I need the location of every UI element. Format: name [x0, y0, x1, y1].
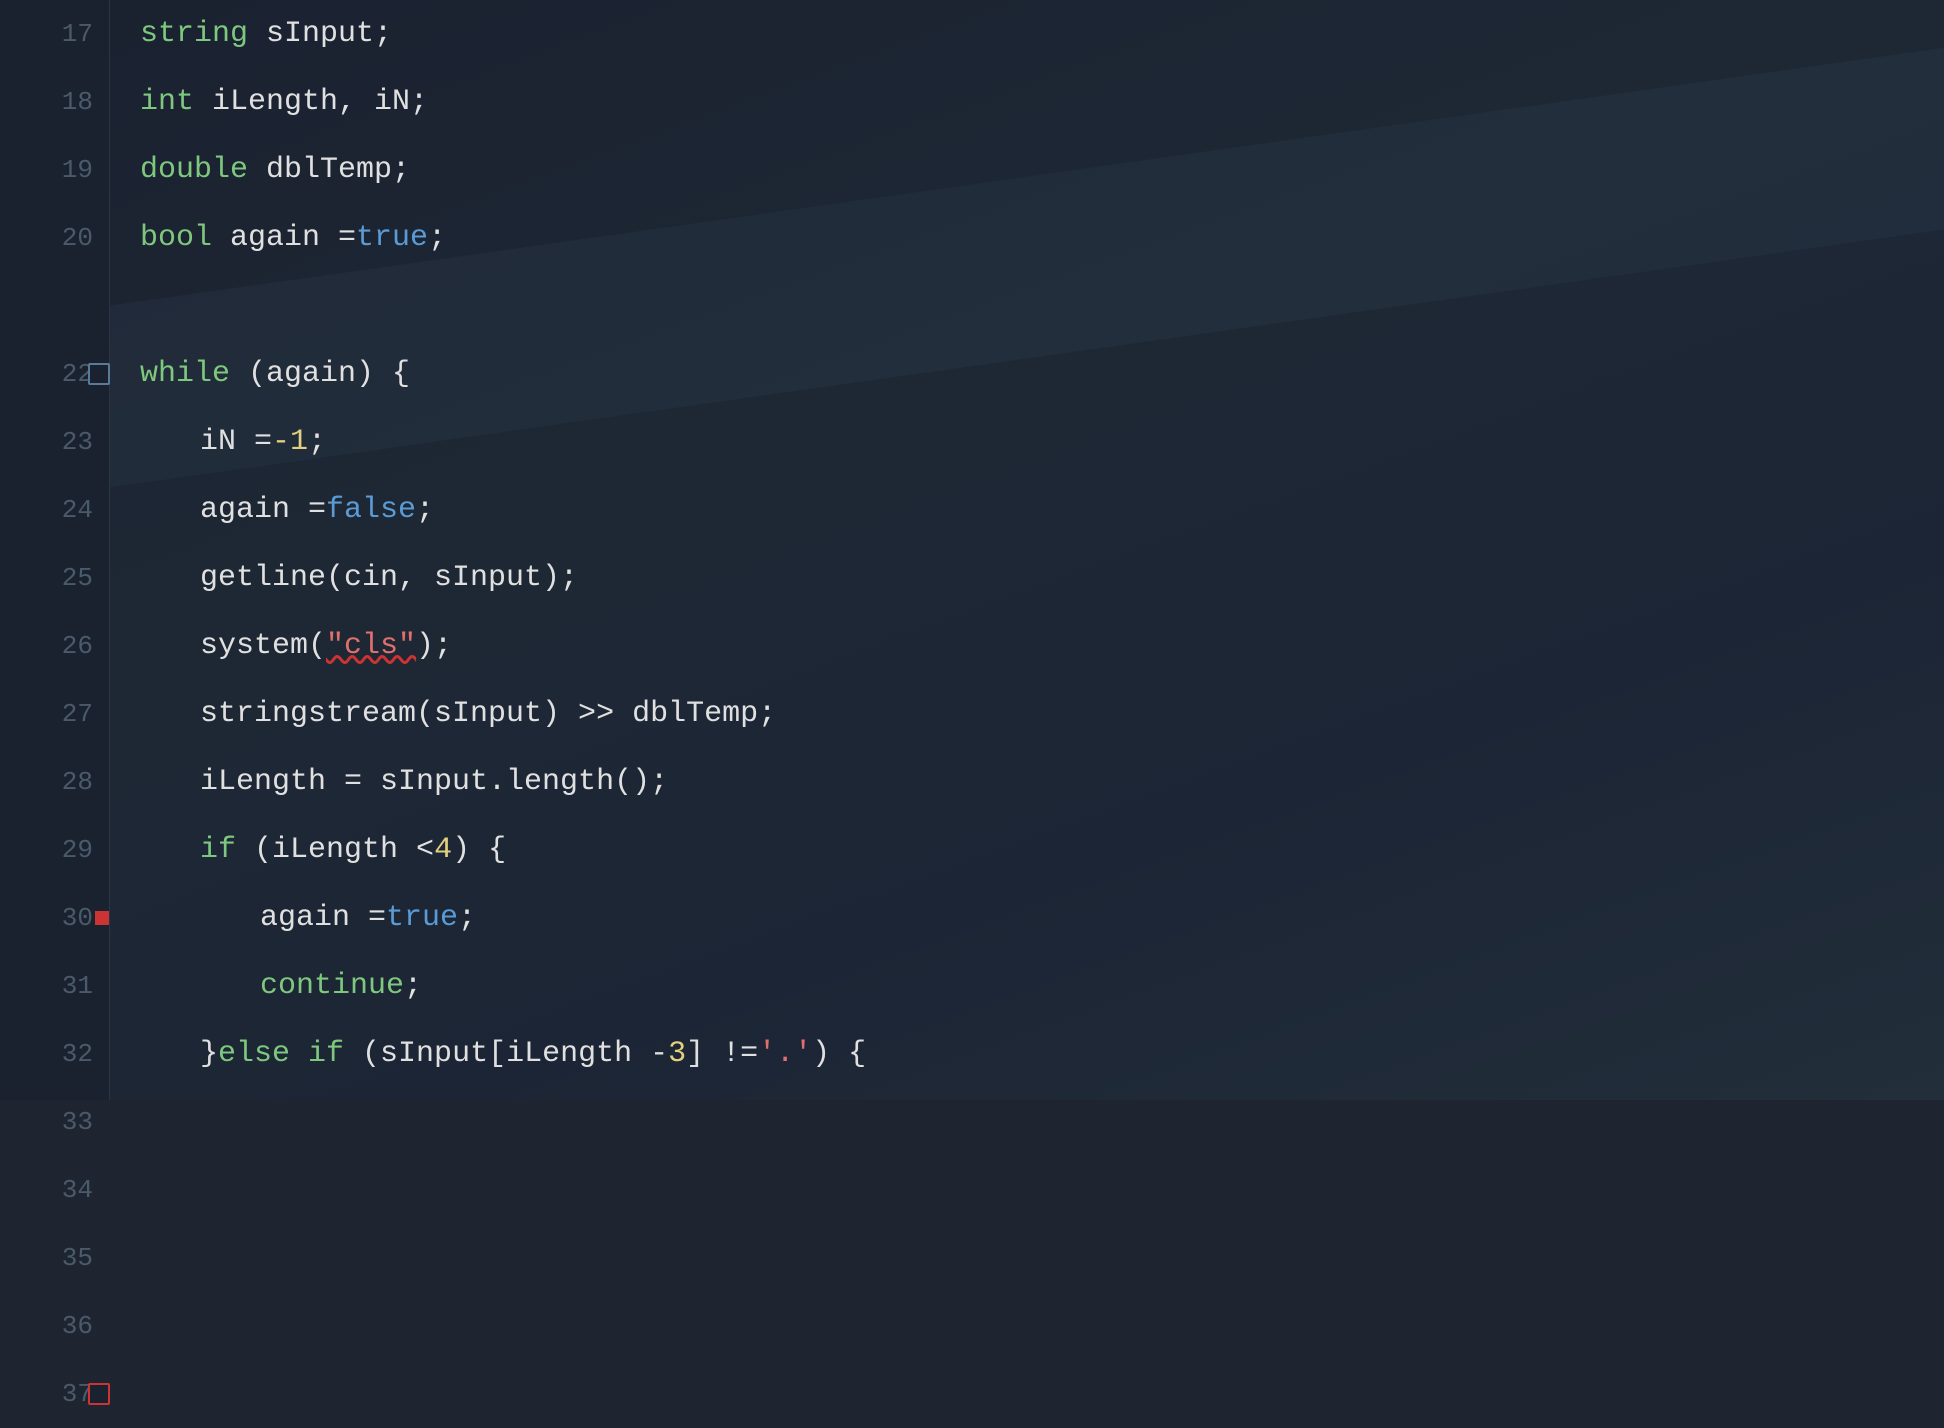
line-num-24: 24 [0, 476, 109, 544]
stringstream-call: stringstream(sInput) >> dblTemp; [200, 699, 776, 729]
else-if-cond-1: (sInput[iLength - [344, 1039, 668, 1069]
kw-int: int [140, 87, 194, 117]
again-assign-false: again = [200, 495, 326, 525]
editor-container: 1718192022232425262728293031323334353637… [0, 0, 1944, 1100]
num-neg1: -1 [272, 427, 308, 457]
code-line-18: int iLength, iN; [140, 68, 1914, 136]
code-line-28: iLength = sInput.length(); [140, 748, 1914, 816]
val-true-2: true [386, 903, 458, 933]
code-line-17: string sInput; [140, 0, 1914, 68]
line-num-28: 28 [0, 748, 109, 816]
line-num-30[interactable]: 30 [0, 884, 109, 952]
system-call: system( [200, 631, 326, 661]
line-num-22[interactable]: 22 [0, 340, 109, 408]
kw-bool: bool [140, 223, 212, 253]
line-num-18: 18 [0, 68, 109, 136]
kw-else-if-1: else if [218, 1039, 344, 1069]
system-close: ); [416, 631, 452, 661]
semicolon-5: ; [404, 971, 422, 1001]
semicolon-2: ; [308, 427, 326, 457]
line-num-32: 32 [0, 1020, 109, 1088]
code-area: string sInput; int iLength, iN; double d… [110, 0, 1944, 1100]
code-line-30: again = true ; [140, 884, 1914, 952]
code-line-26: system( "cls" ); [140, 612, 1914, 680]
semicolon-1: ; [428, 223, 446, 253]
line-num-17: 17 [0, 0, 109, 68]
code-line-23: iN = -1 ; [140, 408, 1914, 476]
code-line-24: again = false ; [140, 476, 1914, 544]
vars-ilength-in: iLength, iN; [194, 87, 428, 117]
again-true-1: again = [260, 903, 386, 933]
line-num-37[interactable]: 37 [0, 1360, 109, 1428]
kw-double: double [140, 155, 248, 185]
line-num-23: 23 [0, 408, 109, 476]
line-num-27: 27 [0, 680, 109, 748]
line-num-29: 29 [0, 816, 109, 884]
line-num- [0, 272, 109, 340]
close-brace-1: } [200, 1039, 218, 1069]
code-line-22: while (again) { [140, 340, 1914, 408]
val-true: true [356, 223, 428, 253]
if-cond-1: (iLength < [236, 835, 434, 865]
ilength-assign: iLength = sInput.length(); [200, 767, 668, 797]
code-line-33: again = true ; [140, 1088, 1914, 1100]
kw-if-1: if [200, 835, 236, 865]
neq-dot: ] != [686, 1039, 758, 1069]
getline-call: getline(cin, sInput); [200, 563, 578, 593]
line-num-31: 31 [0, 952, 109, 1020]
line-num-34: 34 [0, 1156, 109, 1224]
num-4: 4 [434, 835, 452, 865]
code-line-31: continue ; [140, 952, 1914, 1020]
val-false: false [326, 495, 416, 525]
line-num-33: 33 [0, 1088, 109, 1156]
code-line-27: stringstream(sInput) >> dblTemp; [140, 680, 1914, 748]
line-num-36: 36 [0, 1292, 109, 1360]
var-again: again = [212, 223, 356, 253]
semicolon-3: ; [416, 495, 434, 525]
str-cls: "cls" [326, 631, 416, 661]
in-assign: iN = [200, 427, 272, 457]
var-sinput: sInput; [248, 19, 392, 49]
code-line-32: } else if (sInput[iLength - 3 ] != '.' )… [140, 1020, 1914, 1088]
code-line-20: bool again = true ; [140, 204, 1914, 272]
semicolon-4: ; [458, 903, 476, 933]
str-dot: '.' [758, 1039, 812, 1069]
line-num-19: 19 [0, 136, 109, 204]
code-line-empty [140, 272, 1914, 340]
code-line-29: if (iLength < 4 ) { [140, 816, 1914, 884]
line-num-26: 26 [0, 612, 109, 680]
kw-string: string [140, 19, 248, 49]
if-open-brace: ) { [452, 835, 506, 865]
line-num-25: 25 [0, 544, 109, 612]
else-if-brace-1: ) { [812, 1039, 866, 1069]
kw-while-1: while [140, 359, 230, 389]
line-num-20: 20 [0, 204, 109, 272]
line-numbers: 1718192022232425262728293031323334353637 [0, 0, 110, 1100]
line-num-35: 35 [0, 1224, 109, 1292]
kw-continue-1: continue [260, 971, 404, 1001]
code-line-19: double dblTemp; [140, 136, 1914, 204]
var-dbltemp: dblTemp; [248, 155, 410, 185]
code-line-25: getline(cin, sInput); [140, 544, 1914, 612]
while-cond-1: (again) { [230, 359, 410, 389]
num-3-1: 3 [668, 1039, 686, 1069]
